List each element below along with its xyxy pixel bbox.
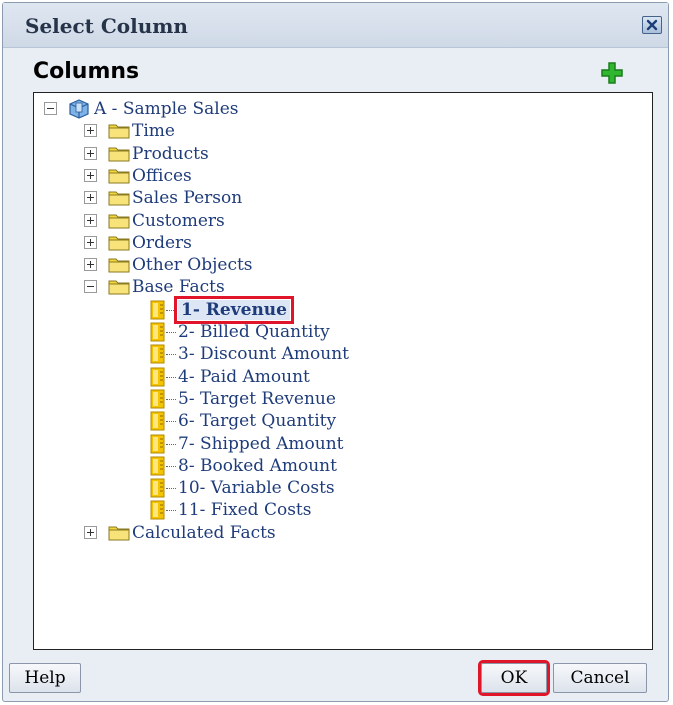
tree-folder-node[interactable]: Sales Person [34,187,634,209]
tree-folder-node[interactable]: Time [34,120,634,142]
folder-icon [108,526,130,541]
tree-connector [166,488,176,490]
expand-toggle-icon[interactable] [84,235,97,249]
measure-column-icon [150,500,165,520]
measure-column-icon [150,456,165,476]
tree-root-node[interactable]: A - Sample Sales [34,98,634,120]
cancel-button[interactable]: Cancel [553,663,647,693]
folder-icon [108,214,130,228]
folder-icon [108,191,130,206]
measure-column-icon [150,367,165,387]
folder-icon [108,169,130,184]
tree-connector [166,332,176,333]
expand-toggle-icon[interactable] [84,124,97,138]
tree-node-label[interactable]: 7- Shipped Amount [178,434,343,454]
tree-folder-node[interactable]: Orders [34,232,634,254]
collapse-toggle-icon[interactable] [84,280,97,294]
tree-node-label[interactable]: 10- Variable Costs [178,478,335,498]
tree-node-label[interactable]: 2- Billed Quantity [178,322,330,342]
ok-button[interactable]: OK [478,660,550,696]
tree-connector [166,376,176,378]
collapse-toggle-icon[interactable] [44,102,57,115]
folder-icon [108,280,130,295]
expand-toggle-icon[interactable] [84,525,97,539]
measure-column-icon [150,322,165,342]
tree-column-node[interactable]: 6- Target Quantity [34,410,634,432]
tree-node-label[interactable]: Orders [132,233,192,253]
tree-node-label[interactable]: 4- Paid Amount [178,367,310,387]
measure-column-icon [150,300,165,320]
measure-column-icon [150,411,165,431]
tree-column-node[interactable]: 4- Paid Amount [34,366,634,388]
measure-column-icon [150,434,165,453]
tree-column-node[interactable]: 8- Booked Amount [34,455,634,477]
tree-connector [166,421,176,423]
green-plus-icon [601,62,623,84]
dialog-titlebar: Select Column [3,3,668,48]
tree-folder-node[interactable]: Customers [34,210,634,232]
tree-column-node[interactable]: 1- Revenue [34,295,634,324]
tree-column-node[interactable]: 11- Fixed Costs [34,499,634,521]
tree-node-label[interactable]: 8- Booked Amount [178,456,337,476]
tree-connector [166,465,176,467]
folder-icon [108,147,130,162]
expand-toggle-icon[interactable] [84,258,97,272]
column-tree-panel[interactable]: A - Sample Sales Time Products Offices Sales… [33,92,653,650]
help-button[interactable]: Help [9,663,81,693]
tree-node-label[interactable]: 5- Target Revenue [178,389,336,409]
cube-icon [69,99,89,119]
expand-toggle-icon[interactable] [84,146,97,160]
close-x-icon [646,19,658,31]
tree-folder-node[interactable]: Other Objects [34,254,634,276]
tree-connector [166,510,176,512]
tree-node-label[interactable]: Offices [132,166,192,186]
add-column-button[interactable] [599,60,625,86]
tree-node-label[interactable]: Base Facts [132,277,225,297]
dialog-title: Select Column [25,14,188,38]
measure-column-icon [150,389,165,409]
folder-icon [108,236,130,251]
tree-folder-node[interactable]: Offices [34,165,634,187]
tree-folder-node-expanded[interactable]: Base Facts [34,276,634,298]
expand-toggle-icon[interactable] [84,213,97,227]
tree-folder-node[interactable]: Calculated Facts [34,522,634,544]
expand-toggle-icon[interactable] [84,191,97,205]
select-column-dialog: Select Column Columns A - Sample Sales Ti… [2,2,669,702]
measure-column-icon [150,344,165,364]
measure-column-icon [150,478,165,498]
tree-connector [166,443,176,445]
tree-node-label[interactable]: Sales Person [132,188,242,208]
tree-column-node[interactable]: 5- Target Revenue [34,388,634,410]
tree-column-node[interactable]: 7- Shipped Amount [34,433,634,455]
tree-column-node[interactable]: 2- Billed Quantity [34,321,634,343]
tree-node-label[interactable]: Customers [132,211,225,231]
folder-icon [108,124,130,139]
selected-column-label[interactable]: 1- Revenue [174,295,294,324]
tree-folder-node[interactable]: Products [34,143,634,165]
tree-connector [166,309,176,311]
tree-node-label[interactable]: A - Sample Sales [94,99,239,119]
tree-column-node[interactable]: 3- Discount Amount [34,343,634,365]
tree-connector [166,354,176,356]
tree-node-label[interactable]: Calculated Facts [132,523,276,543]
dialog-footer: Help OK Cancel [3,660,668,701]
tree-node-label[interactable]: 6- Target Quantity [178,411,336,431]
tree-node-label[interactable]: Products [132,144,209,164]
tree-node-label[interactable]: Time [132,121,175,141]
tree-column-node[interactable]: 10- Variable Costs [34,477,634,499]
columns-heading: Columns [33,59,140,84]
expand-toggle-icon[interactable] [84,168,97,182]
tree-node-label[interactable]: Other Objects [132,255,253,275]
close-button[interactable] [642,16,662,34]
tree-node-label[interactable]: 3- Discount Amount [178,344,349,364]
tree-connector [166,398,176,400]
tree-node-label[interactable]: 11- Fixed Costs [178,500,311,520]
folder-icon [108,258,130,273]
